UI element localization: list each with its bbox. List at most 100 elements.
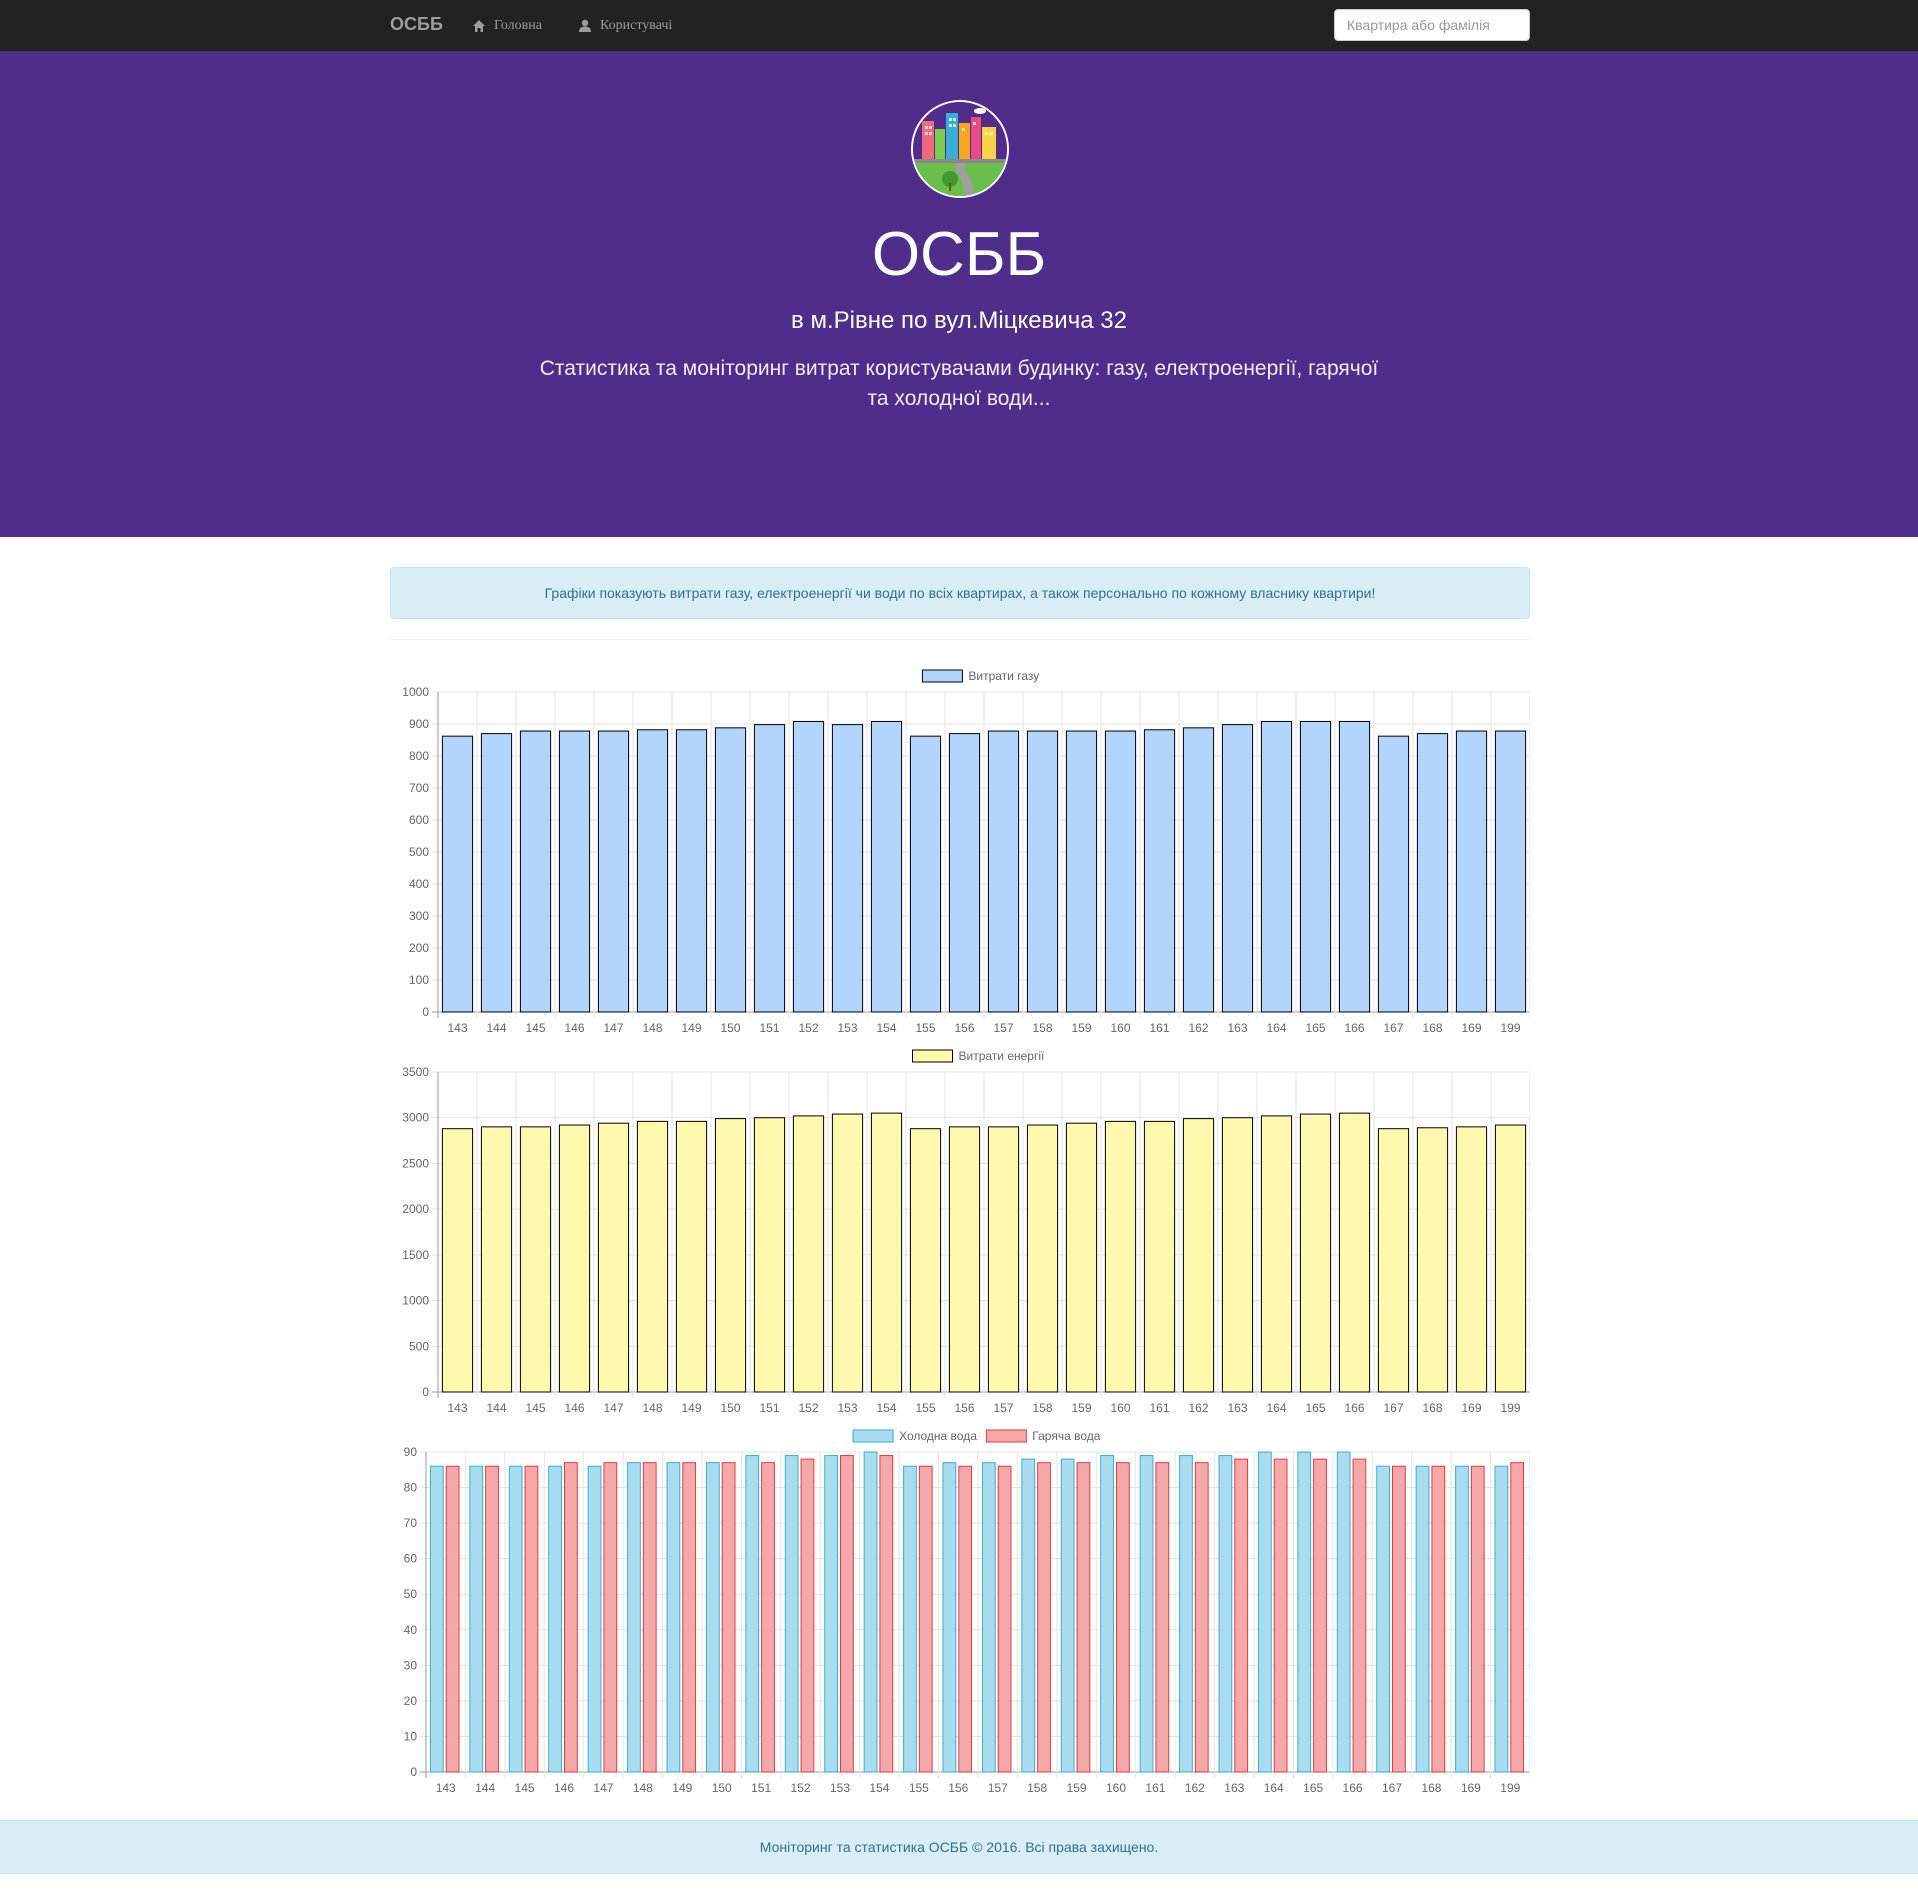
bar[interactable] [831,1113,864,1393]
bar[interactable] [958,1465,973,1773]
bar[interactable] [519,1126,552,1393]
bar[interactable] [1260,1115,1293,1393]
bar[interactable] [636,1120,669,1393]
bar[interactable] [824,1455,839,1773]
bar[interactable] [675,1120,708,1393]
bar[interactable] [1194,1462,1209,1773]
bar[interactable] [682,1462,697,1773]
bar[interactable] [597,1122,630,1393]
legend-swatch[interactable] [985,1429,1027,1443]
bar[interactable] [445,1465,460,1773]
bar[interactable] [1139,1455,1154,1773]
bar[interactable] [870,720,903,1013]
bar[interactable] [587,1465,602,1773]
bar[interactable] [948,1126,981,1393]
bar[interactable] [1470,1465,1485,1773]
bar[interactable] [948,733,981,1013]
bar[interactable] [1299,720,1332,1013]
bar[interactable] [666,1462,681,1773]
bar[interactable] [1377,735,1410,1013]
bar[interactable] [863,1451,878,1773]
bar[interactable] [997,1465,1012,1773]
bar[interactable] [1076,1462,1091,1773]
bar[interactable] [564,1462,578,1773]
search-input[interactable] [1334,9,1530,41]
bar[interactable] [1065,730,1098,1013]
bar[interactable] [909,735,942,1013]
bar[interactable] [1415,1465,1430,1773]
bar[interactable] [627,1462,641,1773]
bar[interactable] [1104,1120,1137,1393]
bar[interactable] [1494,1124,1527,1393]
bar[interactable] [1299,1113,1332,1393]
bar[interactable] [1455,1126,1488,1393]
bar[interactable] [1155,1462,1170,1773]
bar[interactable] [1026,730,1059,1013]
bar[interactable] [918,1465,933,1773]
bar[interactable] [1455,730,1488,1013]
bar[interactable] [1179,1455,1193,1773]
bar[interactable] [1313,1458,1327,1773]
bar[interactable] [597,730,630,1013]
bar[interactable] [519,730,552,1013]
bar[interactable] [714,727,747,1013]
bar[interactable] [1494,1465,1509,1773]
bar[interactable] [1257,1451,1272,1773]
bar[interactable] [1510,1462,1525,1773]
bar[interactable] [721,1462,736,1773]
bar[interactable] [784,1455,799,1773]
bar[interactable] [879,1455,894,1773]
bar[interactable] [705,1462,720,1773]
bar[interactable] [761,1462,775,1773]
bar[interactable] [429,1465,444,1773]
bar[interactable] [1143,1120,1176,1393]
bar[interactable] [558,730,591,1013]
bar[interactable] [636,729,669,1013]
bar[interactable] [1455,1465,1469,1773]
bar[interactable] [1221,724,1254,1013]
bar[interactable] [1416,1127,1449,1393]
bar[interactable] [1100,1455,1115,1773]
bar[interactable] [1037,1462,1051,1773]
bar[interactable] [1234,1458,1249,1773]
bar[interactable] [1116,1462,1130,1773]
bar[interactable] [1376,1465,1391,1773]
bar[interactable] [909,1128,942,1393]
bar[interactable] [714,1118,747,1393]
legend-swatch[interactable] [912,1049,953,1063]
bar[interactable] [1297,1451,1312,1773]
bar[interactable] [1377,1128,1410,1393]
bar[interactable] [642,1462,657,1773]
bar[interactable] [792,1115,825,1393]
bar[interactable] [1352,1458,1367,1773]
bar[interactable] [753,724,786,1013]
bar[interactable] [870,1112,903,1393]
bar[interactable] [469,1465,484,1773]
bar[interactable] [800,1458,815,1773]
bar[interactable] [603,1462,618,1773]
bar[interactable] [558,1124,591,1393]
bar[interactable] [524,1465,539,1773]
bar[interactable] [675,729,708,1013]
bar[interactable] [508,1465,523,1773]
bar[interactable] [745,1455,760,1773]
bar[interactable] [942,1462,957,1773]
bar[interactable] [1104,730,1137,1013]
bar[interactable] [1338,1112,1371,1393]
bar[interactable] [831,724,864,1013]
bar[interactable] [903,1465,917,1773]
legend-swatch[interactable] [852,1429,894,1443]
navbar-brand[interactable]: ОСББ [390,14,443,35]
bar[interactable] [1260,720,1293,1013]
bar[interactable] [1182,727,1215,1013]
nav-link-users[interactable]: Користувачі [578,15,672,37]
bar[interactable] [1143,729,1176,1013]
bar[interactable] [792,720,825,1013]
bar[interactable] [1021,1458,1036,1773]
bar[interactable] [1494,730,1527,1013]
bar[interactable] [480,733,513,1013]
bar[interactable] [840,1455,854,1773]
bar[interactable] [1431,1465,1446,1773]
bar[interactable] [753,1117,786,1393]
bar[interactable] [1273,1458,1288,1773]
